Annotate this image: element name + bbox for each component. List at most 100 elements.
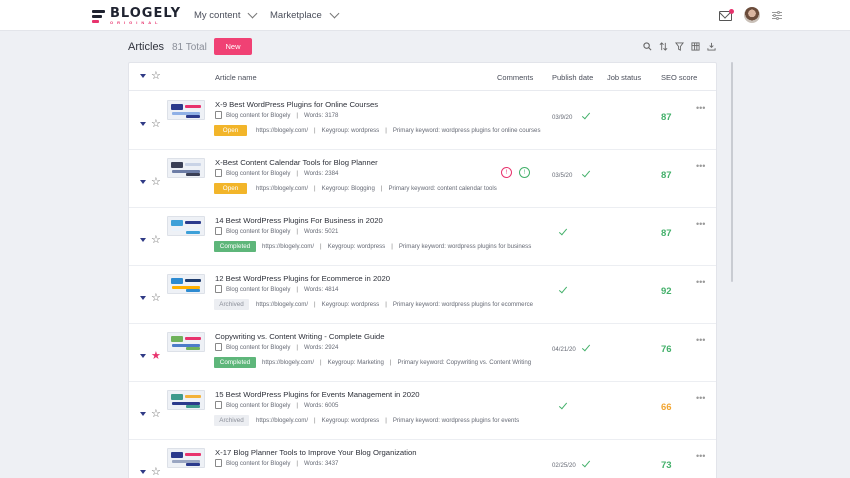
comment-alert-icon[interactable]: ! [519,167,530,178]
favorite-star-icon[interactable]: ☆ [151,467,161,478]
filter-icon[interactable] [675,42,684,51]
status-badge[interactable]: Open [214,125,247,136]
more-options-icon[interactable]: ••• [696,452,705,461]
article-title-link[interactable]: 12 Best WordPress Plugins for Ecommerce … [215,274,390,283]
expand-row-caret-icon[interactable] [140,122,146,126]
project-name[interactable]: Blog content for Blogely [226,286,290,293]
published-check-icon [558,285,567,294]
article-thumbnail[interactable] [167,390,205,410]
project-name[interactable]: Blog content for Blogely [226,228,290,235]
expand-row-caret-icon[interactable] [140,470,146,474]
page-title: Articles [128,41,165,53]
favorite-star-icon[interactable]: ☆ [151,177,161,188]
expand-row-caret-icon[interactable] [140,180,146,184]
article-title-link[interactable]: 14 Best WordPress Plugins For Business i… [215,216,383,225]
expand-row-caret-icon[interactable] [140,238,146,242]
project-name[interactable]: Blog content for Blogely [226,402,290,409]
status-badge[interactable]: Completed [214,357,256,368]
published-check-icon [558,401,567,410]
nav-marketplace-label: Marketplace [270,10,322,21]
favorite-star-icon[interactable]: ★ [151,351,161,362]
article-url[interactable]: https://blogely.com/ [256,127,308,134]
more-options-icon[interactable]: ••• [696,336,705,345]
scrollbar[interactable] [731,62,733,282]
column-comments[interactable]: Comments [497,73,533,82]
nav-marketplace[interactable]: Marketplace [270,8,340,21]
seo-score: 66 [661,402,672,413]
table-row[interactable]: ☆ 14 Best WordPress Plugins For Business … [129,208,716,266]
project-name[interactable]: Blog content for Blogely [226,112,290,119]
article-url[interactable]: https://blogely.com/ [256,185,308,192]
table-row[interactable]: ☆ 15 Best WordPress Plugins for Events Ma… [129,382,716,440]
project-name[interactable]: Blog content for Blogely [226,460,290,467]
article-title-link[interactable]: X-9 Best WordPress Plugins for Online Co… [215,100,378,109]
search-icon[interactable] [643,42,652,51]
more-options-icon[interactable]: ••• [696,104,705,113]
article-seo-info: https://blogely.com/ | Keygroup: Marketing… [262,359,531,366]
keygroup: Keygroup: wordpress [321,301,380,308]
status-badge[interactable]: Completed [214,241,256,252]
sort-icon[interactable] [659,42,668,51]
columns-icon[interactable] [691,42,700,51]
article-url[interactable]: https://blogely.com/ [256,417,308,424]
table-row[interactable]: ☆ X-Best Content Calendar Tools for Blog … [129,150,716,208]
new-article-button[interactable]: New [214,38,252,55]
article-thumbnail[interactable] [167,274,205,294]
keygroup: Keygroup: Marketing [327,359,384,366]
document-icon [215,343,222,351]
document-icon [215,169,222,177]
mail-icon[interactable] [719,9,734,21]
separator: | [385,127,387,134]
table-row[interactable]: ★ Copywriting vs. Content Writing - Compl… [129,324,716,382]
project-name[interactable]: Blog content for Blogely [226,344,290,351]
article-title-link[interactable]: X-Best Content Calendar Tools for Blog P… [215,158,378,167]
table-row[interactable]: ☆ X-17 Blog Planner Tools to Improve Your… [129,440,716,478]
more-options-icon[interactable]: ••• [696,162,705,171]
star-all-icon[interactable]: ☆ [151,71,161,82]
status-badge[interactable]: Archived [214,299,249,310]
nav-my-content[interactable]: My content [194,8,258,21]
article-url[interactable]: https://blogely.com/ [262,243,314,250]
expand-row-caret-icon[interactable] [140,296,146,300]
more-options-icon[interactable]: ••• [696,220,705,229]
article-url[interactable]: https://blogely.com/ [256,301,308,308]
separator: | [320,243,322,250]
article-meta: Blog content for Blogely | Words: 5021 [215,227,338,235]
favorite-star-icon[interactable]: ☆ [151,293,161,304]
expand-row-caret-icon[interactable] [140,354,146,358]
article-thumbnail[interactable] [167,448,205,468]
published-check-icon [581,111,590,120]
column-article-name[interactable]: Article name [215,73,257,82]
column-publish-date[interactable]: Publish date [552,73,593,82]
more-options-icon[interactable]: ••• [696,394,705,403]
download-icon[interactable] [707,42,716,51]
comment-alert-icon[interactable]: ! [501,167,512,178]
separator: | [391,243,393,250]
expand-row-caret-icon[interactable] [140,412,146,416]
article-title-link[interactable]: X-17 Blog Planner Tools to Improve Your … [215,448,417,457]
favorite-star-icon[interactable]: ☆ [151,119,161,130]
article-thumbnail[interactable] [167,332,205,352]
article-seo-info: https://blogely.com/ | Keygroup: wordpress… [256,127,541,134]
settings-sliders-icon[interactable] [772,11,782,20]
project-name[interactable]: Blog content for Blogely [226,170,290,177]
status-badge[interactable]: Open [214,183,247,194]
table-row[interactable]: ☆ X-9 Best WordPress Plugins for Online C… [129,92,716,150]
article-url[interactable]: https://blogely.com/ [262,359,314,366]
favorite-star-icon[interactable]: ☆ [151,409,161,420]
user-avatar[interactable] [744,7,760,23]
table-row[interactable]: ☆ 12 Best WordPress Plugins for Ecommerce… [129,266,716,324]
article-thumbnail[interactable] [167,158,205,178]
blogely-logo[interactable]: BLOGELY ORIGINAL [92,6,181,26]
more-options-icon[interactable]: ••• [696,278,705,287]
favorite-star-icon[interactable]: ☆ [151,235,161,246]
article-thumbnail[interactable] [167,100,205,120]
article-title-link[interactable]: Copywriting vs. Content Writing - Comple… [215,332,384,341]
article-title-link[interactable]: 15 Best WordPress Plugins for Events Man… [215,390,420,399]
expand-all-caret-icon[interactable] [140,74,146,78]
column-job-status[interactable]: Job status [607,73,641,82]
column-seo-score[interactable]: SEO score [661,73,697,82]
status-badge[interactable]: Archived [214,415,249,426]
article-thumbnail[interactable] [167,216,205,236]
separator: | [296,227,298,235]
